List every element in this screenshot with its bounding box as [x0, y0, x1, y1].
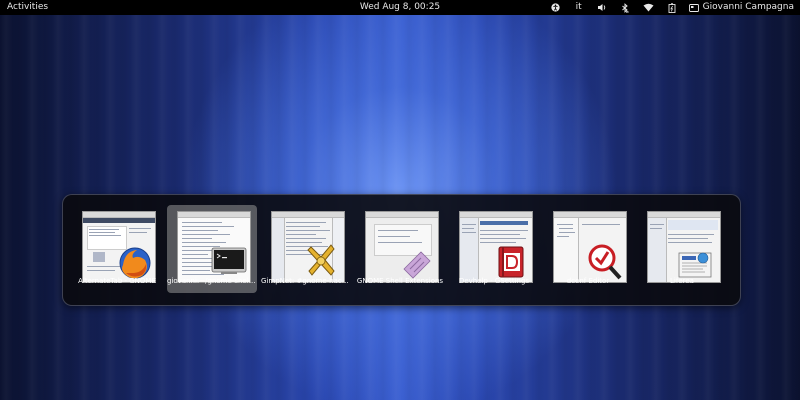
switcher-item-label: AlternateTab - GNOME — [78, 277, 156, 285]
switcher-item-label: GimpNet: #gnome-hackers — [261, 277, 351, 285]
switcher-item-label: dconf Editor — [566, 277, 610, 285]
accessibility-icon[interactable] — [551, 0, 561, 15]
switcher-item-liferea[interactable]: Liferea — [637, 205, 727, 293]
dconf-icon — [588, 244, 622, 280]
switcher-item-label: Devhelp - GSettings — [458, 277, 530, 285]
bluetooth-icon[interactable] — [620, 0, 630, 15]
volume-icon[interactable] — [597, 0, 607, 15]
activities-button[interactable]: Activities — [7, 0, 48, 15]
switcher-item-label: GNOME Shell Extensions — [356, 277, 444, 285]
user-icon — [688, 3, 699, 12]
switcher-item-label: giovanni:~/gnome-shell-extensions — [167, 277, 257, 285]
switcher-item-firefox[interactable]: AlternateTab - GNOME — [72, 205, 162, 293]
app-switcher: AlternateTab - GNOME giovanni:~/gnome-sh… — [62, 194, 741, 306]
switcher-item-extensions[interactable]: GNOME Shell Extensions — [355, 205, 445, 293]
devhelp-icon — [498, 246, 524, 278]
keyboard-layout-indicator[interactable]: it — [574, 0, 584, 15]
switcher-item-devhelp[interactable]: Devhelp - GSettings — [449, 205, 539, 293]
xchat-icon — [307, 244, 335, 276]
terminal-icon — [211, 247, 247, 274]
liferea-icon — [678, 252, 712, 278]
top-panel: Activities Wed Aug 8, 00:25 it Giovanni … — [0, 0, 800, 15]
status-area: it Giovanni Campagna — [538, 0, 794, 15]
extensions-icon — [403, 251, 431, 279]
switcher-item-dconf[interactable]: dconf Editor — [543, 205, 633, 293]
clock[interactable]: Wed Aug 8, 00:25 — [360, 2, 440, 12]
user-menu[interactable]: Giovanni Campagna — [688, 0, 794, 15]
firefox-icon — [119, 247, 151, 279]
switcher-item-xchat[interactable]: GimpNet: #gnome-hackers — [261, 205, 351, 293]
user-name: Giovanni Campagna — [702, 2, 794, 12]
wifi-icon[interactable] — [643, 0, 654, 15]
switcher-item-terminal[interactable]: giovanni:~/gnome-shell-extensions — [167, 205, 257, 293]
switcher-item-label: Liferea — [670, 277, 694, 285]
battery-icon[interactable] — [667, 0, 677, 15]
